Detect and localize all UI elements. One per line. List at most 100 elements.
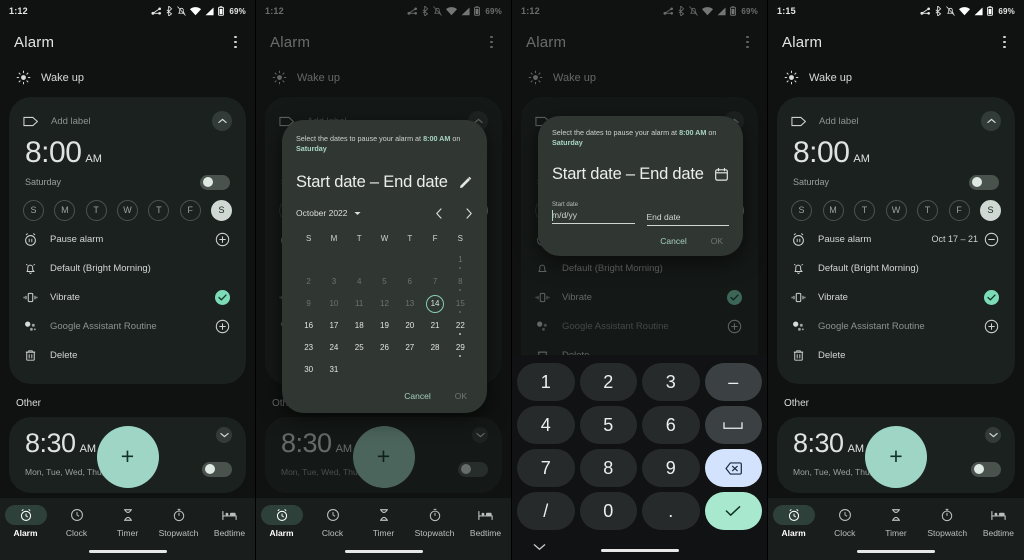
- nav-item-clock[interactable]: Clock: [51, 505, 102, 538]
- option-trailing[interactable]: [215, 289, 230, 305]
- pencil-icon[interactable]: [458, 175, 473, 190]
- nav-item-bedtime[interactable]: Bedtime: [204, 505, 255, 538]
- chevron-down-icon[interactable]: [533, 543, 547, 557]
- vibrate-check-icon[interactable]: [984, 289, 999, 305]
- ok-button[interactable]: OK: [711, 236, 723, 246]
- chevron-left-icon[interactable]: [435, 208, 443, 219]
- alarm-time[interactable]: 8:00: [793, 137, 850, 169]
- other-alarm-time[interactable]: 8:30: [25, 428, 76, 457]
- dow-chip-3[interactable]: W: [885, 199, 907, 221]
- option-trailing[interactable]: Oct 17 – 21: [931, 232, 999, 247]
- key-6[interactable]: 6: [642, 406, 700, 444]
- calendar-day-7[interactable]: 7: [422, 271, 447, 293]
- dow-chip-0[interactable]: S: [23, 199, 44, 221]
- key-8[interactable]: 8: [579, 449, 637, 487]
- dow-chip-3[interactable]: W: [116, 199, 138, 221]
- calendar-month-label[interactable]: October 2022: [296, 208, 348, 218]
- nav-item-bedtime[interactable]: Bedtime: [460, 505, 511, 538]
- add-routine-plus-icon[interactable]: [727, 319, 742, 334]
- calendar-day-6[interactable]: 6: [397, 271, 422, 293]
- dow-chip-2[interactable]: T: [85, 199, 107, 221]
- overflow-menu-icon[interactable]: [999, 30, 1010, 55]
- nav-item-alarm[interactable]: Alarm: [768, 505, 819, 538]
- key-9[interactable]: 9: [642, 449, 700, 487]
- nav-item-timer[interactable]: Timer: [358, 505, 409, 538]
- key-0[interactable]: 0: [579, 492, 637, 530]
- option-trailing[interactable]: [984, 319, 999, 334]
- option-trailing[interactable]: [727, 319, 742, 334]
- option-ringtone[interactable]: Default (Bright Morning): [9, 254, 246, 283]
- dow-chip-5[interactable]: F: [948, 199, 970, 221]
- key-4[interactable]: 4: [517, 406, 575, 444]
- calendar-day-25[interactable]: 25: [347, 337, 372, 359]
- nav-item-timer[interactable]: Timer: [102, 505, 153, 538]
- calendar-day-13[interactable]: 13: [397, 293, 422, 315]
- nav-item-alarm[interactable]: Alarm: [0, 505, 51, 538]
- calendar-day-21[interactable]: 21: [422, 315, 447, 337]
- calendar-day-29[interactable]: 29: [448, 337, 473, 359]
- option-assistant-routine[interactable]: Google Assistant Routine: [9, 312, 246, 341]
- option-vibrate[interactable]: Vibrate: [9, 283, 246, 312]
- dow-chip-2[interactable]: T: [854, 199, 875, 221]
- alarm-time[interactable]: 8:00: [25, 137, 82, 169]
- add-alarm-fab[interactable]: +: [96, 426, 159, 488]
- option-assistant-routine[interactable]: Google Assistant Routine: [777, 312, 1015, 341]
- add-label-text[interactable]: Add label: [819, 116, 859, 127]
- calendar-day-10[interactable]: 10: [321, 293, 346, 315]
- alarm-card[interactable]: Add label 8:00 AM Saturday S M T W T F S: [9, 97, 246, 384]
- ok-button[interactable]: OK: [455, 391, 467, 401]
- end-date-field[interactable]: End date: [646, 202, 729, 226]
- key-space[interactable]: [704, 406, 762, 444]
- add-alarm-fab[interactable]: +: [865, 426, 927, 488]
- calendar-day-27[interactable]: 27: [397, 337, 422, 359]
- option-assistant-routine[interactable]: Google Assistant Routine: [521, 312, 758, 341]
- other-alarm-toggle[interactable]: [971, 461, 1001, 477]
- option-pause-alarm[interactable]: Pause alarm Oct 17 – 21: [777, 225, 1015, 254]
- key-2[interactable]: 2: [579, 363, 637, 401]
- vibrate-check-icon[interactable]: [215, 289, 230, 305]
- add-pause-plus-icon[interactable]: [215, 232, 230, 247]
- expand-chevron-icon[interactable]: [216, 426, 232, 443]
- calendar-day-9[interactable]: 9: [296, 293, 321, 315]
- vibrate-check-icon[interactable]: [727, 289, 742, 305]
- dow-chip-6[interactable]: S: [980, 199, 1001, 221]
- calendar-day-23[interactable]: 23: [296, 337, 321, 359]
- calendar-day-11[interactable]: 11: [347, 293, 372, 315]
- nav-item-stopwatch[interactable]: Stopwatch: [153, 505, 204, 538]
- collapse-chevron-icon[interactable]: [981, 111, 1001, 131]
- dow-chip-5[interactable]: F: [179, 199, 201, 221]
- add-routine-plus-icon[interactable]: [984, 319, 999, 334]
- key-period[interactable]: .: [642, 492, 700, 530]
- expand-chevron-icon[interactable]: [472, 426, 488, 443]
- dow-chip-4[interactable]: T: [917, 199, 938, 221]
- key-slash[interactable]: /: [517, 492, 575, 530]
- end-date-input[interactable]: End date: [646, 212, 729, 226]
- nav-item-stopwatch[interactable]: Stopwatch: [409, 505, 460, 538]
- cancel-button[interactable]: Cancel: [404, 391, 430, 401]
- option-pause-alarm[interactable]: Pause alarm: [9, 225, 246, 254]
- start-date-field[interactable]: Start date m/d/yy: [552, 202, 635, 226]
- day-of-week-selector[interactable]: S M T W T F S: [777, 192, 1015, 225]
- dow-chip-1[interactable]: M: [54, 199, 76, 221]
- option-ringtone[interactable]: Default (Bright Morning): [521, 254, 758, 283]
- key-3[interactable]: 3: [642, 363, 700, 401]
- key-enter[interactable]: [704, 492, 762, 530]
- calendar-day-14[interactable]: 14: [422, 293, 447, 315]
- overflow-menu-icon[interactable]: [486, 30, 497, 55]
- start-date-input[interactable]: m/d/yy: [552, 209, 635, 224]
- calendar-day-18[interactable]: 18: [347, 315, 372, 337]
- collapse-chevron-icon[interactable]: [212, 111, 232, 131]
- calendar-day-12[interactable]: 12: [372, 293, 397, 315]
- calendar-day-17[interactable]: 17: [321, 315, 346, 337]
- nav-item-alarm[interactable]: Alarm: [256, 505, 307, 538]
- other-alarm-toggle[interactable]: [458, 461, 488, 477]
- calendar-day-26[interactable]: 26: [372, 337, 397, 359]
- nav-item-clock[interactable]: Clock: [307, 505, 358, 538]
- option-trailing[interactable]: [215, 232, 230, 247]
- add-label-text[interactable]: Add label: [51, 116, 91, 127]
- alarm-label-row[interactable]: Add label: [777, 105, 1015, 135]
- calendar-day-2[interactable]: 2: [296, 271, 321, 293]
- option-trailing[interactable]: [215, 319, 230, 334]
- add-routine-plus-icon[interactable]: [215, 319, 230, 334]
- alarm-label-row[interactable]: Add label: [9, 105, 246, 135]
